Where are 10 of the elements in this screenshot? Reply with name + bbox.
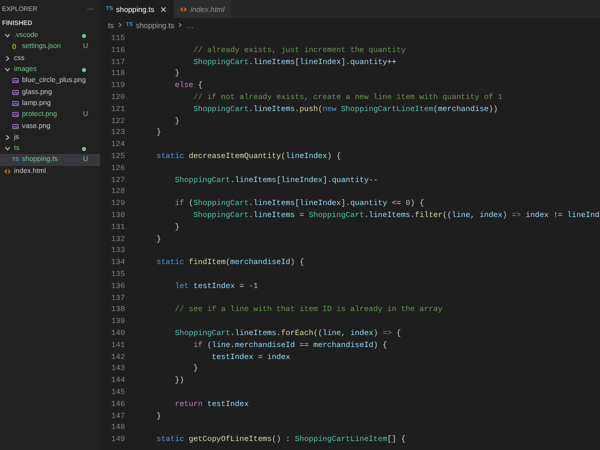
image-file-icon [12,88,19,96]
code-file-icon [4,168,11,175]
image-file-icon [12,77,19,84]
image-file-icon [12,122,19,130]
close-icon[interactable] [160,6,168,12]
image-file-icon [12,111,19,118]
image-file-icon [12,100,19,107]
chevron-icon [116,22,123,28]
chevron-icon [177,22,184,28]
code-file-icon [180,6,188,12]
